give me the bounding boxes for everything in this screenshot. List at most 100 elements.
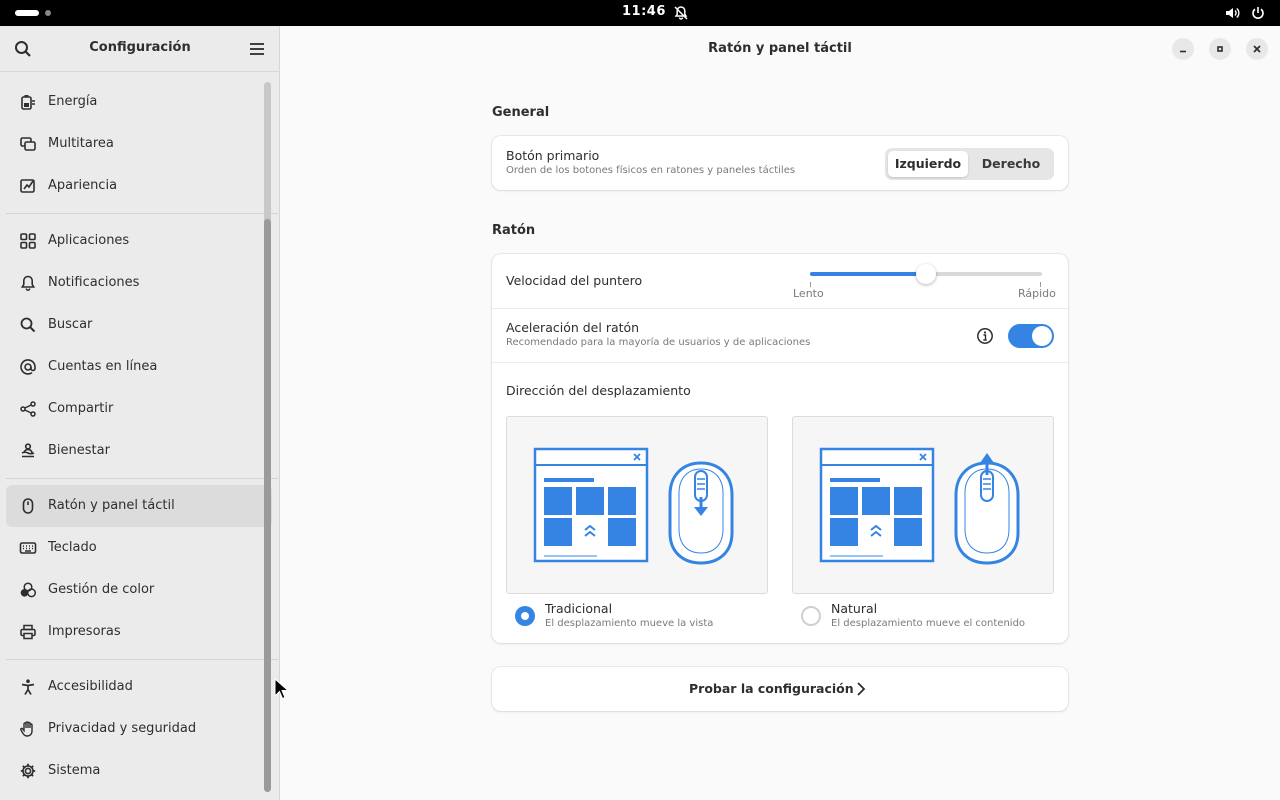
speed-slow-label: Lento	[793, 287, 824, 300]
sidebar-item-label: Gestión de color	[48, 582, 155, 597]
apps-grid-icon	[19, 232, 37, 250]
sidebar-item-cuentas-en-linea[interactable]: Cuentas en línea	[6, 346, 272, 388]
pointer-speed-title: Velocidad del puntero	[506, 273, 643, 288]
wellbeing-icon	[19, 442, 37, 460]
section-heading-general: General	[492, 105, 550, 120]
left-button-option[interactable]: Izquierdo	[888, 151, 968, 177]
chevron-right-icon	[856, 681, 866, 697]
share-icon	[19, 400, 37, 418]
primary-button-title: Botón primario	[506, 148, 600, 163]
sidebar-separator	[6, 472, 278, 485]
accessibility-icon	[19, 678, 37, 696]
sidebar-list: Energía Multitarea Apariencia Aplicacion…	[6, 81, 278, 792]
sidebar: Configuración Energía Multitarea Aparien…	[0, 26, 280, 800]
sidebar-item-label: Sistema	[48, 763, 101, 778]
sidebar-item-impresoras[interactable]: Impresoras	[6, 611, 272, 653]
sidebar-item-sistema[interactable]: Sistema	[6, 750, 272, 792]
mouse-pointer-icon	[274, 677, 290, 700]
natural-scroll-illustration[interactable]	[792, 416, 1054, 594]
battery-icon	[19, 93, 37, 111]
traditional-title: Tradicional	[545, 601, 613, 616]
page-title: Ratón y panel táctil	[708, 41, 852, 56]
sidebar-item-label: Teclado	[48, 540, 97, 555]
sidebar-item-label: Multitarea	[48, 136, 114, 151]
sidebar-item-privacidad-y-seguridad[interactable]: Privacidad y seguridad	[6, 708, 272, 750]
close-button[interactable]	[1246, 38, 1268, 60]
sidebar-title: Configuración	[89, 40, 191, 55]
mouse-card: Velocidad del puntero Lento Rápido Acele…	[492, 254, 1068, 643]
workspace-indicator-active[interactable]	[15, 10, 39, 16]
mouse-acceleration-switch[interactable]	[1008, 324, 1054, 348]
mouse-icon	[19, 497, 37, 515]
printer-icon	[19, 623, 37, 641]
power-icon[interactable]	[1250, 5, 1266, 21]
test-settings-button[interactable]: Probar la configuración	[492, 667, 1068, 711]
divider	[492, 362, 1068, 363]
test-settings-label: Probar la configuración	[689, 681, 854, 696]
traditional-scroll-illustration[interactable]	[506, 416, 768, 594]
bell-icon	[19, 274, 37, 292]
sidebar-item-aplicaciones[interactable]: Aplicaciones	[6, 220, 272, 262]
sidebar-item-buscar[interactable]: Buscar	[6, 304, 272, 346]
hamburger-menu-icon[interactable]	[247, 39, 267, 59]
volume-icon[interactable]	[1224, 5, 1240, 21]
sidebar-item-raton-y-panel-tactil[interactable]: Ratón y panel táctil	[6, 485, 272, 527]
mouse-acceleration-title: Aceleración del ratón	[506, 320, 640, 335]
gear-icon	[19, 762, 37, 780]
right-button-option[interactable]: Derecho	[971, 151, 1051, 177]
sidebar-item-gestion-de-color[interactable]: Gestión de color	[6, 569, 272, 611]
natural-radio[interactable]	[801, 606, 821, 626]
multitasking-icon	[19, 135, 37, 153]
speed-fast-label: Rápido	[1018, 287, 1056, 300]
notifications-off-icon	[673, 5, 689, 21]
clock[interactable]: 11:46	[622, 4, 666, 19]
top-bar: 11:46	[0, 0, 1280, 26]
maximize-icon	[1217, 46, 1223, 52]
hand-icon	[19, 720, 37, 738]
sidebar-separator	[6, 653, 278, 666]
sidebar-item-apariencia[interactable]: Apariencia	[6, 165, 272, 207]
color-icon	[19, 581, 37, 599]
sidebar-item-bienestar[interactable]: Bienestar	[6, 430, 272, 472]
minimize-icon	[1180, 50, 1186, 53]
keyboard-icon	[19, 539, 37, 557]
scroll-direction-title: Dirección del desplazamiento	[506, 383, 691, 398]
sidebar-item-label: Bienestar	[48, 443, 110, 458]
minimize-button[interactable]	[1172, 38, 1194, 60]
sidebar-header: Configuración	[0, 26, 280, 72]
sidebar-item-energia[interactable]: Energía	[6, 81, 272, 123]
switch-knob	[1032, 326, 1052, 346]
pointer-speed-slider-handle[interactable]	[916, 264, 936, 284]
sidebar-item-accesibilidad[interactable]: Accesibilidad	[6, 666, 272, 708]
workspace-indicator[interactable]	[45, 10, 51, 16]
sidebar-item-multitarea[interactable]: Multitarea	[6, 123, 272, 165]
traditional-subtitle: El desplazamiento mueve la vista	[545, 618, 714, 629]
divider	[492, 308, 1068, 309]
appearance-icon	[19, 177, 37, 195]
section-heading-mouse: Ratón	[492, 223, 536, 238]
sidebar-item-label: Ratón y panel táctil	[48, 498, 175, 513]
sidebar-item-label: Apariencia	[48, 178, 118, 193]
sidebar-item-label: Cuentas en línea	[48, 359, 158, 374]
natural-subtitle: El desplazamiento mueve el contenido	[831, 618, 1026, 629]
traditional-radio[interactable]	[515, 606, 535, 626]
sidebar-item-label: Accesibilidad	[48, 679, 133, 694]
sidebar-separator	[6, 207, 278, 220]
sidebar-item-label: Energía	[48, 94, 98, 109]
sidebar-scrollbar-thumb[interactable]	[264, 219, 271, 792]
sidebar-item-label: Impresoras	[48, 624, 121, 639]
sidebar-item-notificaciones[interactable]: Notificaciones	[6, 262, 272, 304]
maximize-button[interactable]	[1209, 38, 1231, 60]
sidebar-item-teclado[interactable]: Teclado	[6, 527, 272, 569]
close-icon	[1253, 45, 1261, 53]
at-icon	[19, 358, 37, 376]
sidebar-item-label: Privacidad y seguridad	[48, 721, 197, 736]
info-icon[interactable]	[976, 327, 994, 345]
primary-button-toggle-group: Izquierdo Derecho	[885, 148, 1054, 180]
sidebar-item-compartir[interactable]: Compartir	[6, 388, 272, 430]
sidebar-item-label: Notificaciones	[48, 275, 140, 290]
general-card: Botón primario Orden de los botones físi…	[492, 136, 1068, 190]
sidebar-item-label: Aplicaciones	[48, 233, 130, 248]
sidebar-item-label: Compartir	[48, 401, 114, 416]
mouse-acceleration-subtitle: Recomendado para la mayoría de usuarios …	[506, 337, 811, 348]
